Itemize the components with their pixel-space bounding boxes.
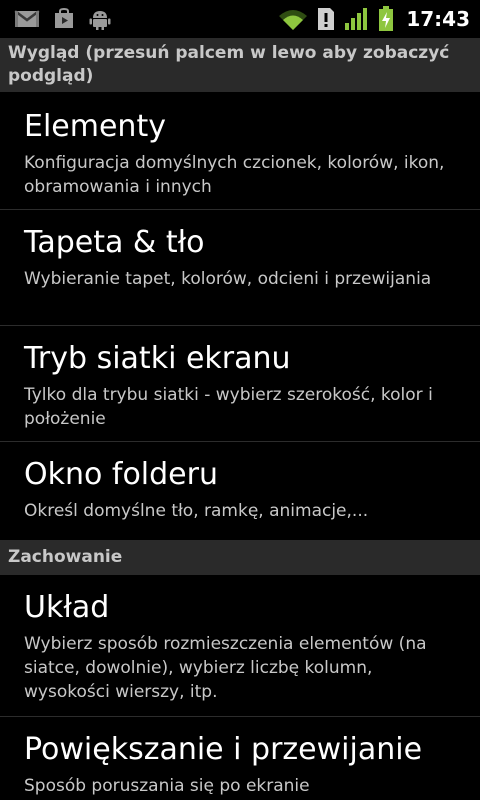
- pref-summary: Tylko dla trybu siatki - wybierz szeroko…: [24, 385, 433, 429]
- pref-summary: Konfiguracja domyślnych czcionek, koloró…: [24, 153, 445, 197]
- pref-item-grid-mode[interactable]: Tryb siatki ekranu Tylko dla trybu siatk…: [0, 326, 480, 442]
- pref-title: Tapeta & tło: [24, 225, 205, 260]
- android-debug-icon: [88, 8, 112, 30]
- pref-title: Okno folderu: [24, 457, 218, 492]
- pref-item-zoom-scroll[interactable]: Powiększanie i przewijanie Sposób porusz…: [0, 717, 480, 800]
- status-bar: 17:43: [0, 0, 480, 38]
- pref-title: Elementy: [24, 109, 166, 144]
- wifi-icon: [278, 7, 308, 31]
- notification-icons[interactable]: [14, 8, 124, 30]
- pref-summary: Wybieranie tapet, kolorów, odcieni i prz…: [24, 269, 432, 289]
- pref-item-elements[interactable]: Elementy Konfiguracja domyślnych czcione…: [0, 93, 480, 210]
- pref-item-layout[interactable]: Układ Wybierz sposób rozmieszczenia elem…: [0, 575, 480, 717]
- pref-summary: Wybierz sposób rozmieszczenia elementów …: [24, 634, 427, 702]
- pref-title: Tryb siatki ekranu: [24, 341, 291, 376]
- pref-title: Układ: [24, 590, 110, 625]
- pref-summary: Określ domyślne tło, ramkę, animacje,...: [24, 501, 369, 521]
- pref-item-folder-window[interactable]: Okno folderu Określ domyślne tło, ramkę,…: [0, 442, 480, 540]
- play-store-icon: [52, 8, 76, 30]
- screen: 17:43 Wygląd (przesuń palcem w lewo aby …: [0, 0, 480, 800]
- alert-icon: [316, 7, 336, 31]
- gmail-icon: [14, 9, 40, 29]
- system-icons: 17:43: [270, 6, 470, 32]
- clock: 17:43: [406, 7, 470, 31]
- pref-summary: Sposób poruszania się po ekranie: [24, 776, 310, 796]
- pref-title: Powiększanie i przewijanie: [24, 732, 423, 767]
- pref-item-wallpaper[interactable]: Tapeta & tło Wybieranie tapet, kolorów, …: [0, 210, 480, 326]
- section-header-appearance: Wygląd (przesuń palcem w lewo aby zobacz…: [0, 38, 480, 92]
- signal-icon: [344, 7, 370, 31]
- battery-charging-icon: [378, 6, 394, 32]
- section-header-behavior: Zachowanie: [0, 540, 480, 575]
